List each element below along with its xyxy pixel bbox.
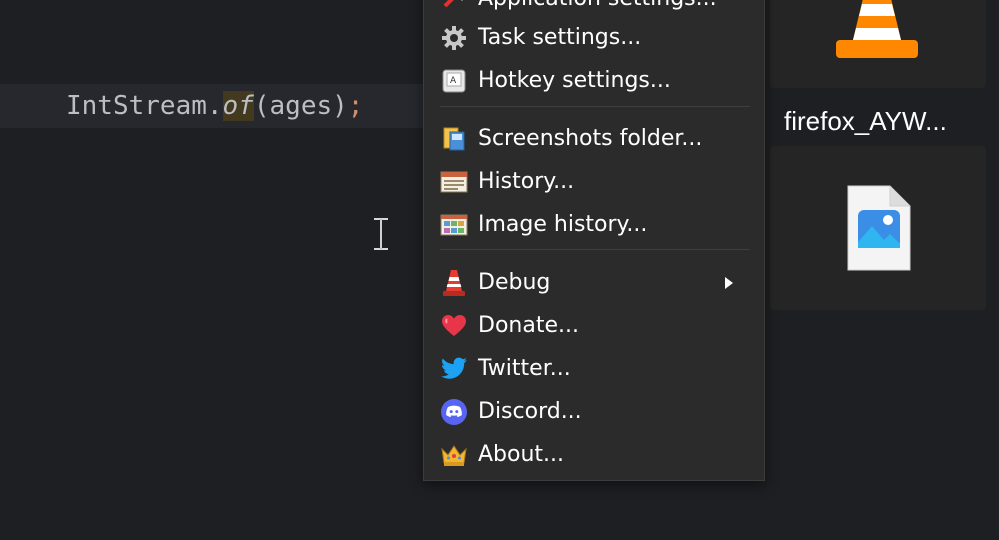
code-line[interactable]: IntStream.of(ages);	[66, 88, 363, 124]
menu-item-label: History...	[478, 169, 575, 194]
menu-item-history[interactable]: History...	[424, 160, 764, 203]
menu-item-label: Twitter...	[478, 356, 571, 381]
menu-item-hotkey-settings[interactable]: A Hotkey settings...	[424, 59, 764, 102]
class-name-token: IntStream	[66, 91, 207, 121]
menu-separator	[440, 249, 750, 250]
menu-item-label: About...	[478, 442, 565, 467]
app-tile[interactable]	[770, 0, 986, 88]
settings-app-icon	[440, 0, 468, 13]
heart-icon	[440, 312, 468, 340]
dot-token: .	[206, 91, 223, 121]
twitter-bird-icon	[440, 355, 468, 383]
traffic-cone-icon	[440, 269, 468, 297]
menu-item-label: Debug	[478, 270, 551, 295]
menu-item-about[interactable]: About...	[424, 433, 764, 476]
semicolon-token: ;	[347, 91, 364, 121]
menu-item-debug[interactable]: Debug	[424, 261, 764, 304]
menu-separator	[440, 106, 750, 107]
image-file-icon	[847, 185, 911, 271]
menu-item-label: Hotkey settings...	[478, 68, 671, 93]
menu-item-image-history[interactable]: Image history...	[424, 203, 764, 246]
tray-context-menu: Application settings... Task settings...	[423, 0, 765, 481]
menu-item-label: Donate...	[478, 313, 579, 338]
keyboard-key-icon: A	[440, 67, 468, 95]
method-token: of	[222, 91, 254, 121]
menu-item-label: Image history...	[478, 212, 648, 237]
svg-text:A: A	[450, 76, 457, 86]
menu-item-discord[interactable]: Discord...	[424, 390, 764, 433]
text-cursor-icon	[374, 218, 388, 250]
file-name-label: firefox_AYW...	[784, 106, 947, 136]
menu-item-task-settings[interactable]: Task settings...	[424, 16, 764, 59]
folder-icon	[440, 125, 468, 153]
history-window-icon	[440, 168, 468, 196]
menu-item-donate[interactable]: Donate...	[424, 304, 764, 347]
image-history-icon	[440, 211, 468, 239]
chevron-right-icon	[725, 276, 733, 289]
menu-item-label: Screenshots folder...	[478, 126, 703, 151]
file-tile[interactable]	[770, 146, 986, 310]
menu-item-screenshots-folder[interactable]: Screenshots folder...	[424, 117, 764, 160]
crown-icon	[440, 441, 468, 469]
menu-item-label: Task settings...	[478, 25, 642, 50]
vlc-cone-icon	[836, 0, 918, 58]
menu-item-label: Discord...	[478, 399, 582, 424]
args-token: (ages)	[253, 91, 348, 121]
menu-item-twitter[interactable]: Twitter...	[424, 347, 764, 390]
discord-icon	[440, 398, 468, 426]
gear-icon	[440, 24, 468, 52]
